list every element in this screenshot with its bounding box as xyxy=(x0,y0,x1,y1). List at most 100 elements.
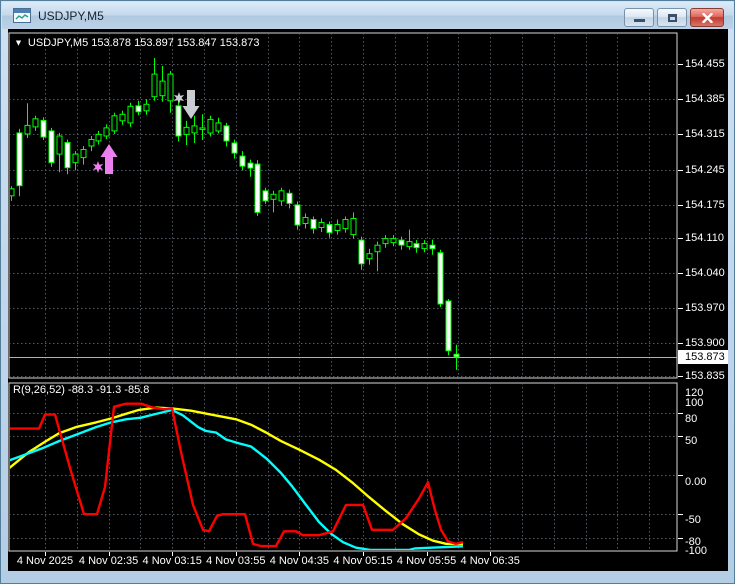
price-axis-label: 154.175 xyxy=(685,199,725,211)
time-axis-label: 4 Nov 05:55 xyxy=(396,555,457,567)
bull-candle xyxy=(199,127,206,130)
price-axis-label: 153.835 xyxy=(685,370,725,382)
sell-star-icon xyxy=(173,92,185,104)
symbol-dropdown-icon[interactable]: ▼ xyxy=(14,38,23,48)
bull-candle xyxy=(191,125,198,134)
time-axis-label: 4 Nov 03:55 xyxy=(206,555,266,567)
price-axis-label: 154.315 xyxy=(685,128,725,140)
bear-candle xyxy=(429,244,436,250)
price-axis-label: 154.245 xyxy=(685,164,725,176)
close-button[interactable] xyxy=(690,8,724,27)
bear-candle xyxy=(254,163,261,213)
bull-candle xyxy=(56,135,63,155)
chart-canvas[interactable] xyxy=(8,29,728,571)
bull-candle xyxy=(342,219,349,230)
bear-candle xyxy=(445,300,452,352)
bear-candle xyxy=(16,132,23,187)
price-grid xyxy=(10,34,676,377)
minimize-button[interactable] xyxy=(624,8,654,27)
bear-candle xyxy=(310,219,317,230)
price-axis-label: 153.970 xyxy=(685,302,725,314)
chart-window-icon xyxy=(13,8,31,23)
sell-arrow-icon xyxy=(187,90,195,106)
window-title: USDJPY,M5 xyxy=(38,8,104,23)
buy-arrow-icon xyxy=(100,144,118,157)
bull-candle xyxy=(88,139,95,147)
close-icon xyxy=(701,12,713,23)
bull-candle xyxy=(72,153,79,164)
price-axis-label: 154.040 xyxy=(685,267,725,279)
time-axis-label: 4 Nov 04:35 xyxy=(269,555,330,567)
current-price-tag: 153.873 xyxy=(678,350,728,364)
indicator-axis-label: 0.00 xyxy=(685,476,707,488)
bull-candle xyxy=(151,73,158,98)
bear-candle xyxy=(453,353,460,358)
bull-candle xyxy=(270,193,277,200)
bull-candle xyxy=(421,243,428,250)
buy-star-icon xyxy=(92,161,104,173)
bull-candle xyxy=(103,127,110,137)
bull-candle xyxy=(215,122,222,132)
time-axis-label: 4 Nov 06:35 xyxy=(460,555,520,567)
time-axis-label: 4 Nov 02:35 xyxy=(78,555,139,567)
bear-candle xyxy=(286,192,293,204)
indicator-axis-label: 100 xyxy=(685,397,704,409)
bear-candle xyxy=(64,142,71,169)
bull-candle xyxy=(111,115,118,132)
bull-candle xyxy=(80,149,87,159)
time-axis-label: 4 Nov 03:15 xyxy=(142,555,202,567)
bull-candle xyxy=(207,118,214,134)
bull-candle xyxy=(143,103,150,112)
bull-candle xyxy=(167,73,174,102)
bull-candle xyxy=(302,217,309,224)
bear-candle xyxy=(247,162,254,169)
indicator-grid xyxy=(10,384,676,550)
restore-icon xyxy=(667,13,677,22)
bull-candle xyxy=(24,124,31,135)
restore-button[interactable] xyxy=(657,8,687,27)
axis-ticks xyxy=(45,64,683,556)
bull-candle xyxy=(382,238,389,245)
chart-client-area: ▼ USDJPY,M5 153.878 153.897 153.847 153.8… xyxy=(8,29,728,571)
bull-candle xyxy=(334,224,341,231)
bull-candle xyxy=(127,105,134,124)
bear-candle xyxy=(294,204,301,226)
bull-candle xyxy=(318,222,325,228)
bear-candle xyxy=(223,125,230,142)
bear-candle xyxy=(437,252,444,305)
bear-candle xyxy=(175,105,182,137)
line-red xyxy=(10,402,464,548)
bull-candle xyxy=(159,80,166,97)
bear-candle xyxy=(358,239,365,265)
indicator-axis-label: 50 xyxy=(685,435,698,447)
bear-candle xyxy=(262,190,269,202)
bear-candle xyxy=(40,119,47,138)
bear-candle xyxy=(326,224,333,234)
indicator-axis-label: 80 xyxy=(685,413,698,425)
bull-candle xyxy=(95,133,102,142)
indicator-header: R(9,26,52) -88.3 -91.3 -85.8 xyxy=(13,384,150,396)
bull-candle xyxy=(278,190,285,202)
bear-candle xyxy=(231,142,238,154)
bull-candle xyxy=(10,188,15,197)
bull-candle xyxy=(183,126,190,135)
chart-window: USDJPY,M5 ▼ USDJPY,M5 153.878 153.897 153… xyxy=(0,0,735,584)
window-titlebar[interactable]: USDJPY,M5 xyxy=(2,2,733,29)
price-axis-label: 154.110 xyxy=(685,232,724,244)
price-axis-label: 153.900 xyxy=(685,337,725,349)
bull-candle xyxy=(374,244,381,253)
bull-candle xyxy=(366,253,373,260)
sell-arrow-icon xyxy=(182,106,200,119)
buy-arrow-icon xyxy=(105,157,113,174)
price-axis-label: 154.455 xyxy=(685,58,725,70)
time-axis-label: 4 Nov 2025 xyxy=(16,555,74,567)
price-axis-label: 154.385 xyxy=(685,93,725,105)
bear-candle xyxy=(135,105,142,113)
bull-candle xyxy=(406,241,413,248)
indicator-axis-label: -100 xyxy=(685,545,708,557)
bull-candle xyxy=(32,118,39,128)
indicator-axis-label: -50 xyxy=(685,514,701,526)
bear-candle xyxy=(239,155,246,167)
bear-candle xyxy=(48,130,55,164)
bull-candle xyxy=(119,113,126,122)
